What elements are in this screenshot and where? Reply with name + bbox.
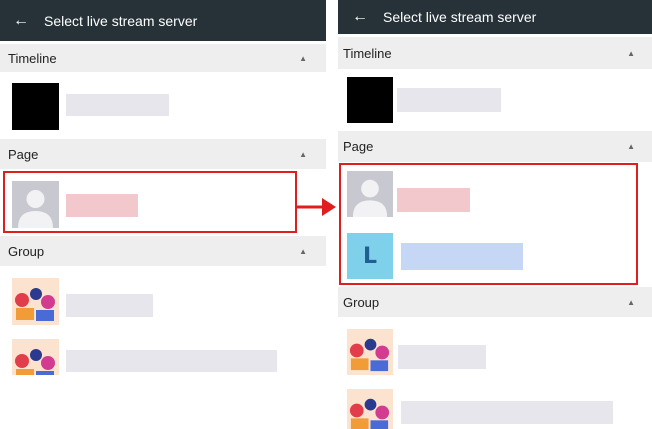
redacted-name xyxy=(66,94,169,116)
section-header-page[interactable]: Page ▲ xyxy=(338,131,652,162)
section-label: Page xyxy=(8,146,39,162)
highlight-box xyxy=(3,171,297,233)
redacted-name xyxy=(398,345,486,369)
list-item[interactable] xyxy=(0,76,326,134)
app-bar-title: Select live stream server xyxy=(383,9,537,25)
timeline-avatar xyxy=(12,83,59,130)
triangle-up-icon[interactable]: ▲ xyxy=(299,54,307,63)
triangle-up-icon[interactable]: ▲ xyxy=(627,49,635,58)
list-item[interactable] xyxy=(0,270,326,330)
group-avatar xyxy=(12,278,59,325)
section-label: Group xyxy=(8,243,45,259)
triangle-up-icon[interactable]: ▲ xyxy=(299,150,307,159)
redacted-name xyxy=(401,401,613,424)
triangle-up-icon[interactable]: ▲ xyxy=(627,298,635,307)
section-label: Group xyxy=(343,294,380,310)
app-bar: ← Select live stream server xyxy=(0,0,326,41)
arrow-right-icon xyxy=(296,198,336,216)
section-header-page[interactable]: Page ▲ xyxy=(0,139,326,169)
group-avatar xyxy=(12,339,59,375)
arrow-left-icon[interactable]: ← xyxy=(352,9,368,25)
redacted-name xyxy=(397,88,501,112)
section-label: Timeline xyxy=(8,50,57,66)
section-header-group[interactable]: Group ▲ xyxy=(0,236,326,266)
group-avatar xyxy=(347,389,393,429)
section-header-timeline[interactable]: Timeline ▲ xyxy=(338,37,652,69)
section-label: Page xyxy=(343,139,374,154)
triangle-up-icon[interactable]: ▲ xyxy=(627,142,635,151)
list-item[interactable] xyxy=(338,320,652,380)
section-header-timeline[interactable]: Timeline ▲ xyxy=(0,44,326,72)
arrow-left-icon[interactable]: ← xyxy=(13,12,29,29)
group-avatar xyxy=(347,329,393,375)
app-bar: ← Select live stream server xyxy=(338,0,652,34)
timeline-avatar xyxy=(347,77,393,123)
list-item[interactable] xyxy=(338,382,652,429)
app-bar-title: Select live stream server xyxy=(44,12,198,29)
highlight-box xyxy=(339,163,638,285)
list-item[interactable] xyxy=(0,333,326,375)
section-header-group[interactable]: Group ▲ xyxy=(338,287,652,317)
redacted-name xyxy=(66,294,153,317)
redacted-name xyxy=(66,350,277,372)
list-item[interactable] xyxy=(338,72,652,130)
section-label: Timeline xyxy=(343,45,392,61)
triangle-up-icon[interactable]: ▲ xyxy=(299,247,307,256)
